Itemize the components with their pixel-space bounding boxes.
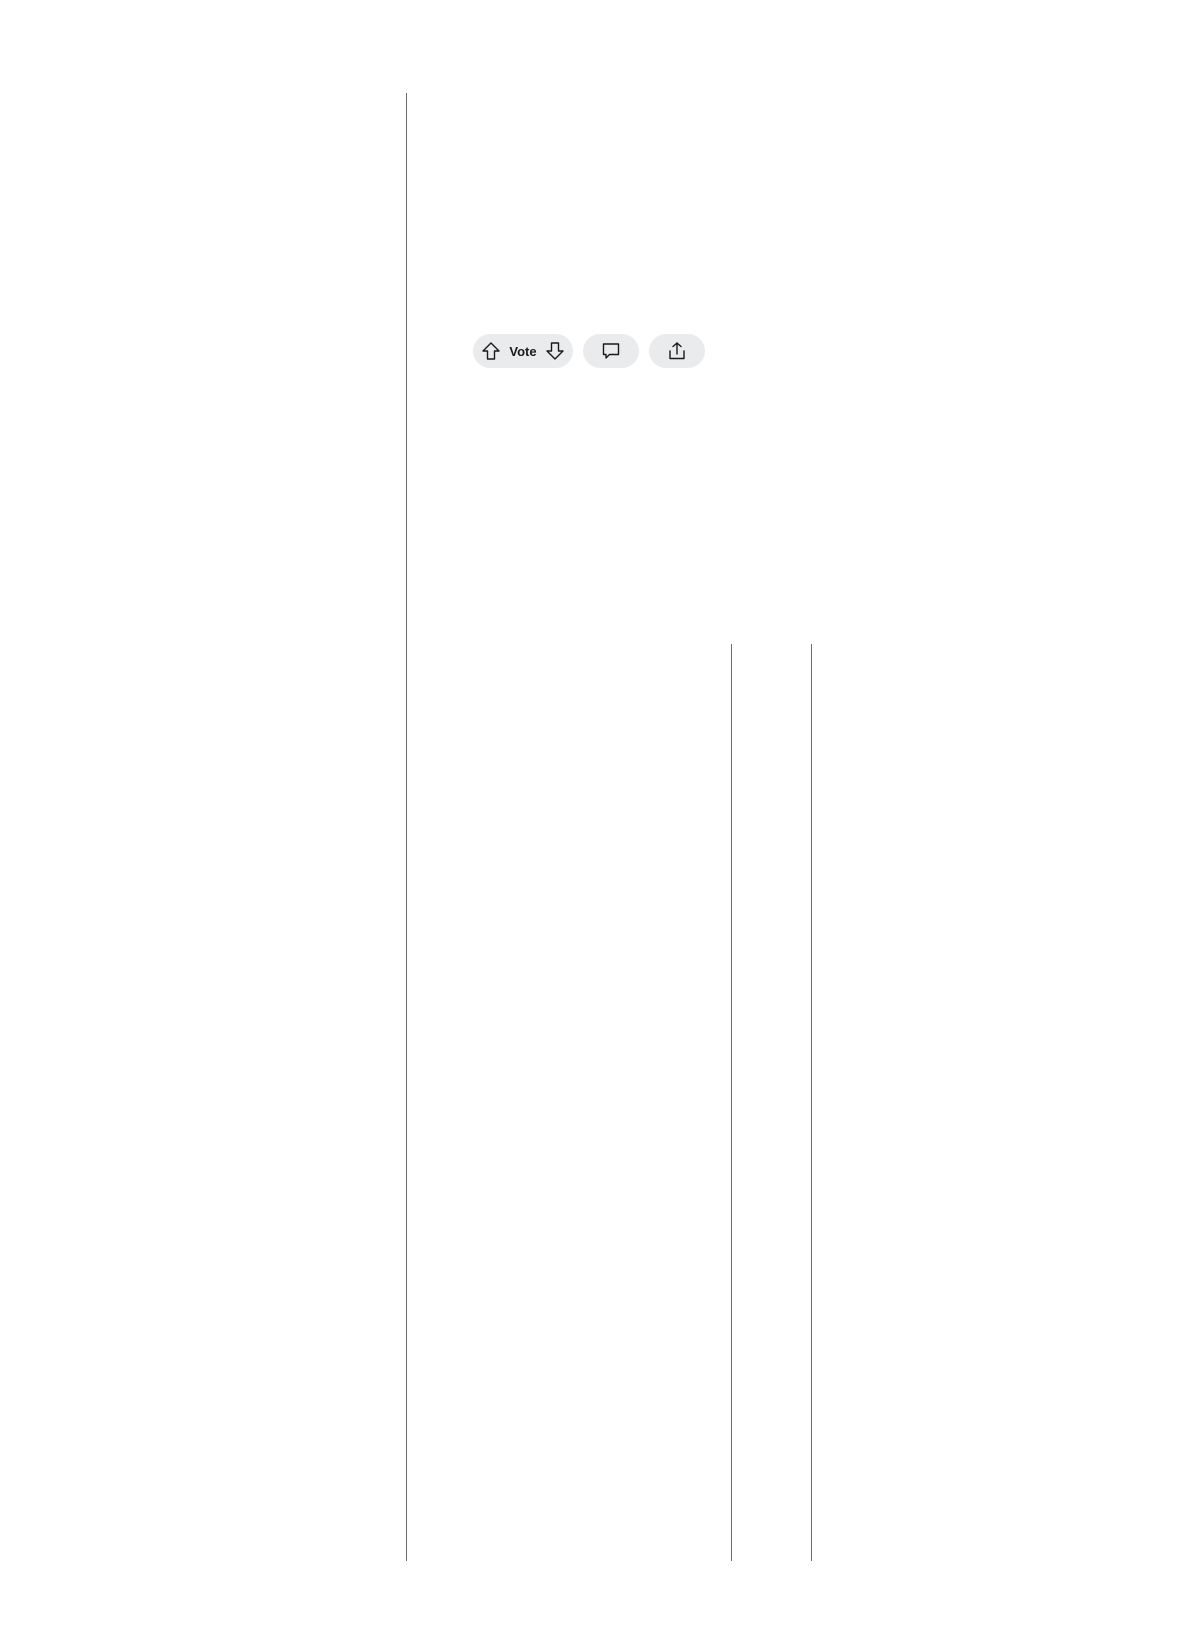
post-action-bar: Vote [473,334,705,368]
upvote-arrow-icon[interactable] [479,339,503,363]
left-divider-line [406,93,407,1561]
comment-button[interactable] [583,334,639,368]
share-upload-icon [665,339,689,363]
thread-line-1 [731,644,732,1561]
comment-bubble-icon [599,339,623,363]
vote-label: Vote [509,343,537,359]
downvote-arrow-icon[interactable] [543,339,567,363]
share-button[interactable] [649,334,705,368]
thread-line-2 [811,644,812,1561]
vote-control: Vote [473,334,573,368]
